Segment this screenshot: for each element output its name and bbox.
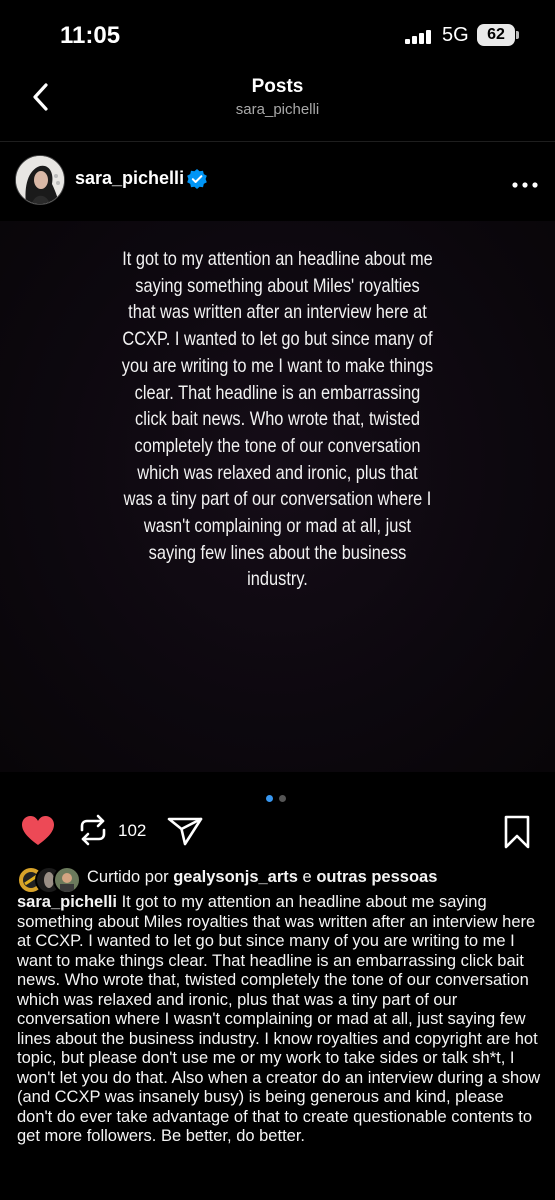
carousel-indicator	[266, 789, 292, 807]
post-image-text: It got to my attention an headline about…	[121, 248, 434, 591]
page-title: Posts	[251, 76, 304, 97]
header-divider	[0, 141, 555, 142]
share-icon[interactable]	[167, 816, 203, 846]
liked-by-prefix: Curtido por	[87, 868, 169, 886]
liked-by-joiner: e	[302, 868, 312, 886]
caption-author[interactable]: sara_pichelli	[17, 893, 117, 911]
caption-text: It got to my attention an headline about…	[17, 893, 541, 1145]
post-image[interactable]: It got to my attention an headline about…	[0, 221, 555, 772]
post-author[interactable]: sara_pichelli	[75, 168, 184, 189]
liker-avatar	[53, 866, 81, 894]
liked-by-user[interactable]: gealysonjs_arts	[173, 868, 298, 886]
liked-by-others[interactable]: outras pessoas	[316, 868, 437, 886]
repost-count: 102	[118, 821, 147, 840]
post-caption: sara_pichelli It got to my attention an …	[17, 893, 542, 1147]
network-type: 5G	[442, 24, 469, 46]
avatar[interactable]	[15, 155, 65, 205]
more-options-icon[interactable]	[510, 176, 540, 188]
page-subtitle: sara_pichelli	[235, 101, 320, 118]
carousel-dot	[279, 795, 286, 802]
signal-strength-icon	[405, 28, 435, 44]
carousel-dot-active	[266, 795, 273, 802]
verified-badge-icon	[186, 168, 208, 190]
battery-icon: 62	[477, 24, 515, 46]
liked-by-text[interactable]: Curtido por gealysonjs_arts e outras pes…	[87, 868, 437, 887]
bookmark-icon[interactable]	[503, 815, 531, 849]
liker-avatars[interactable]	[17, 866, 81, 894]
battery-tip	[516, 31, 519, 39]
heart-icon[interactable]	[21, 815, 55, 847]
repost-icon[interactable]	[78, 814, 108, 846]
status-time: 11:05	[60, 22, 121, 49]
